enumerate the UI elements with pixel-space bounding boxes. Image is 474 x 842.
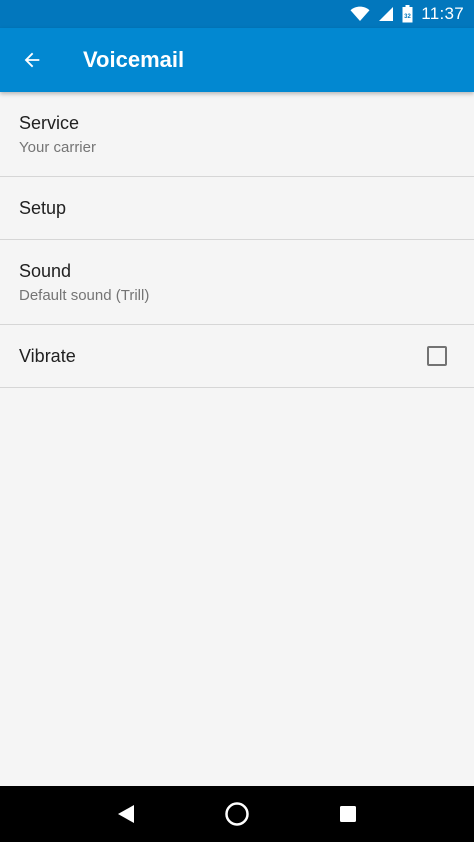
arrow-back-icon [24,52,40,68]
nav-back-button[interactable] [102,790,150,838]
pref-setup[interactable]: Setup [0,177,474,240]
pref-service[interactable]: Service Your carrier [0,92,474,177]
recents-icon [340,806,357,822]
back-icon [117,805,134,823]
home-icon [225,802,249,826]
battery-icon: 32 [402,5,413,23]
pref-vibrate-title: Vibrate [19,345,76,366]
back-button[interactable] [0,28,64,92]
pref-sound[interactable]: Sound Default sound (Trill) [0,240,474,325]
svg-text:32: 32 [404,14,411,20]
pref-service-title: Service [19,112,80,133]
status-clock: 11:37 [421,4,464,23]
pref-vibrate[interactable]: Vibrate [0,325,474,388]
pref-sound-summary: Default sound (Trill) [19,286,150,304]
settings-list: Service Your carrier Setup Sound Default… [0,92,474,388]
nav-recents-button[interactable] [324,790,372,838]
app-bar: Voicemail [0,28,474,92]
voicemail-settings-screen: 32 11:37 Voicemail Service Your carrier … [0,0,474,842]
page-title: Voicemail [83,47,185,72]
nav-home-button[interactable] [213,790,261,838]
pref-sound-title: Sound [19,260,72,281]
pref-setup-title: Setup [19,197,67,218]
status-bar: 32 11:37 [0,0,474,28]
navigation-bar [0,786,474,842]
pref-service-summary: Your carrier [19,138,96,156]
wifi-icon [350,6,370,21]
signal-icon [379,7,394,21]
vibrate-checkbox[interactable] [427,346,447,366]
